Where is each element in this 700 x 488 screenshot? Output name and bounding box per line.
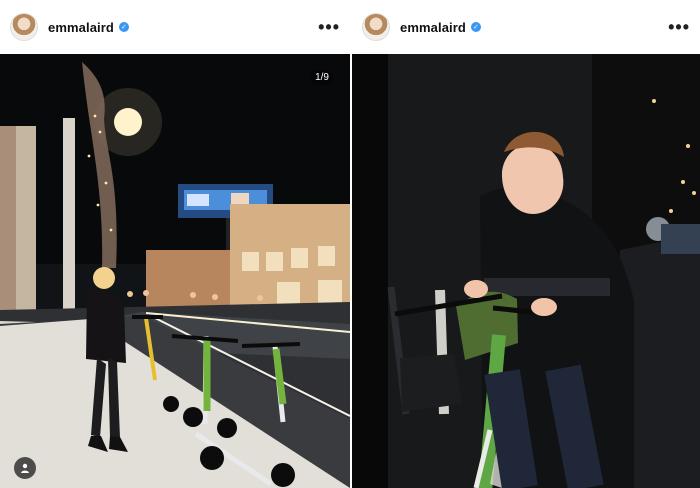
verified-badge-icon: ✓ — [118, 22, 129, 32]
avatar[interactable] — [362, 13, 390, 41]
username[interactable]: emmalaird — [400, 20, 466, 35]
more-options-icon[interactable]: ••• — [668, 18, 690, 36]
verified-badge-icon: ✓ — [470, 22, 481, 32]
instagram-collage: emmalaird ✓ ••• 1/9 emmalaird ✓ ••• — [0, 0, 700, 488]
post-header: emmalaird ✓ ••• — [352, 0, 700, 54]
post-right: emmalaird ✓ ••• — [352, 0, 700, 488]
post-left: emmalaird ✓ ••• 1/9 — [0, 0, 350, 488]
avatar[interactable] — [10, 13, 38, 41]
more-options-icon[interactable]: ••• — [318, 18, 340, 36]
carousel-counter: 1/9 — [310, 70, 334, 85]
tag-user-icon[interactable] — [14, 457, 36, 479]
post-photo[interactable] — [0, 54, 350, 488]
post-header: emmalaird ✓ ••• — [0, 0, 350, 54]
username[interactable]: emmalaird — [48, 20, 114, 35]
post-photo[interactable] — [352, 54, 700, 488]
